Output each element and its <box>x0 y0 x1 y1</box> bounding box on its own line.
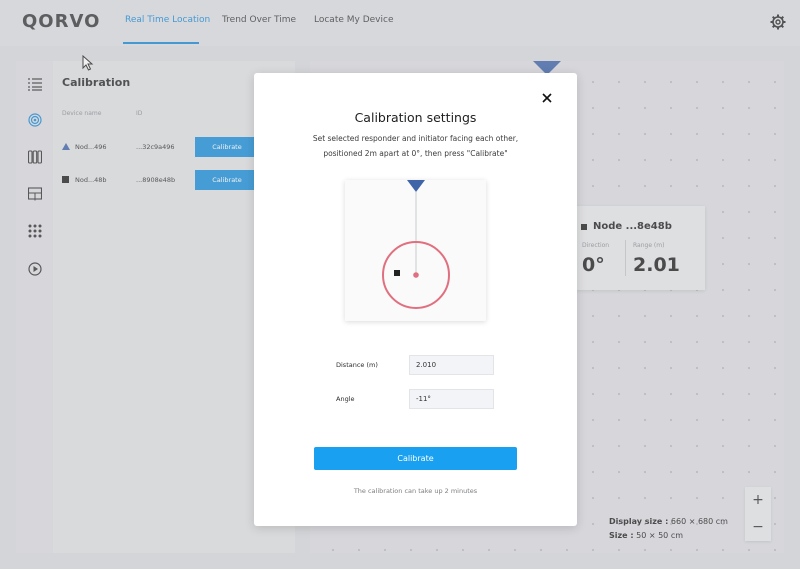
angle-label: Angle <box>336 395 355 403</box>
target-dot <box>413 272 419 278</box>
responder-square-icon <box>394 270 400 276</box>
calibration-diagram <box>345 180 486 321</box>
calibrate-submit-button[interactable]: Calibrate <box>314 447 517 470</box>
calibration-footnote: The calibration can take up 2 minutes <box>353 487 478 495</box>
modal-title: Calibration settings <box>354 110 477 125</box>
modal-description-line-2: positioned 2m apart at 0°, then press "C… <box>323 149 508 158</box>
initiator-triangle-icon <box>407 180 425 192</box>
angle-field[interactable]: -11° <box>409 389 494 409</box>
close-icon[interactable] <box>541 92 553 104</box>
calibration-modal: Calibration settings Set selected respon… <box>254 73 577 526</box>
distance-field[interactable]: 2.010 <box>409 355 494 375</box>
modal-description-line-1: Set selected responder and initiator fac… <box>312 134 519 143</box>
distance-label: Distance (m) <box>336 361 378 369</box>
